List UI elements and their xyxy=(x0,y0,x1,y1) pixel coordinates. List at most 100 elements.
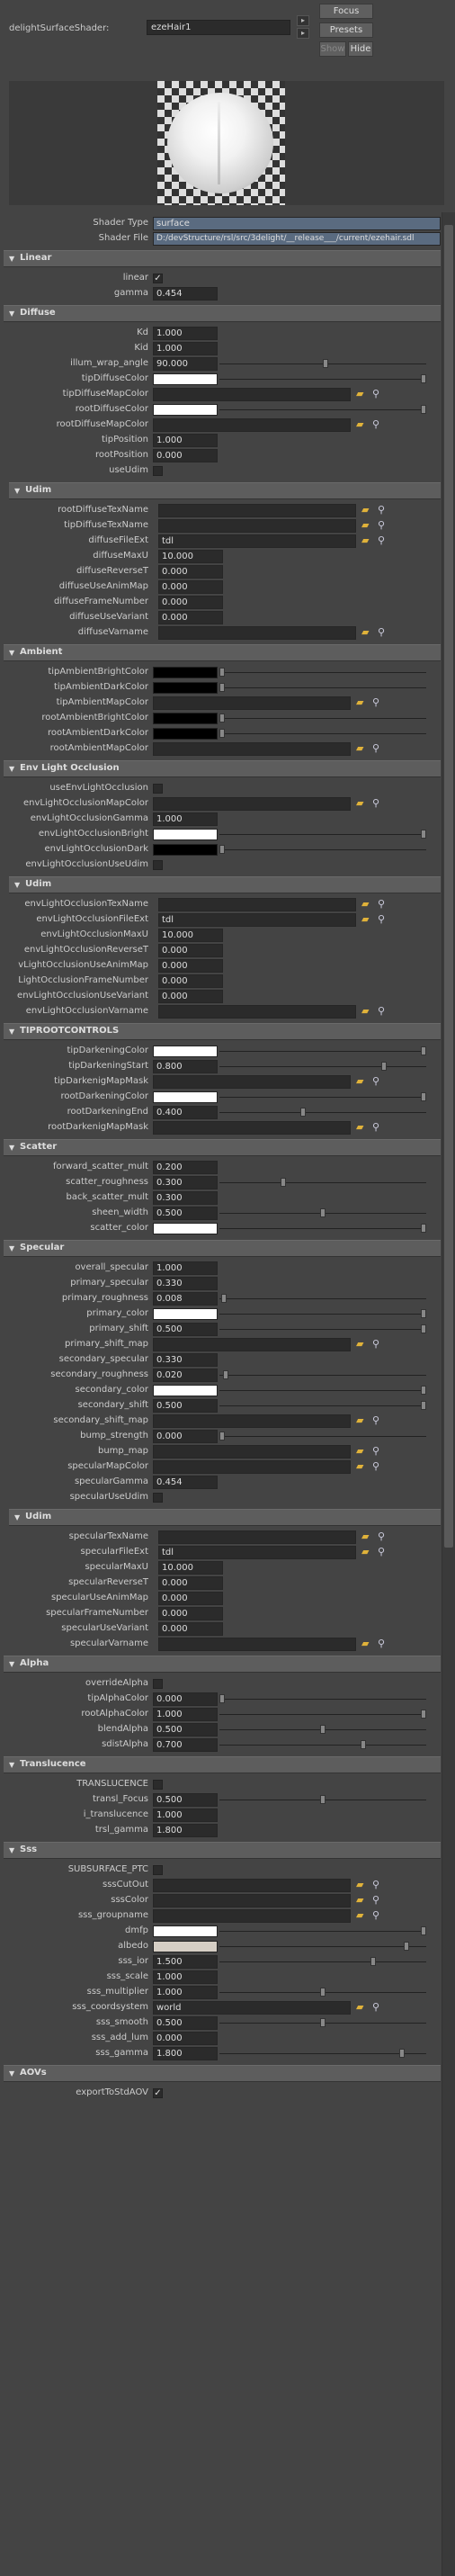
tip-position-field[interactable]: 1.000 xyxy=(153,434,218,447)
folder-icon[interactable]: ▰ xyxy=(361,1638,374,1649)
slider-knob[interactable] xyxy=(421,374,426,383)
tex-field[interactable] xyxy=(158,898,356,911)
slider-knob[interactable] xyxy=(421,1401,426,1410)
checkbox[interactable] xyxy=(153,784,163,794)
slider-knob[interactable] xyxy=(421,1386,426,1395)
scrollbar[interactable] xyxy=(442,212,455,2576)
slider-knob[interactable] xyxy=(320,1725,326,1734)
output-connection-icon[interactable]: ▸ xyxy=(297,28,309,39)
folder-icon[interactable]: ▰ xyxy=(356,1076,369,1087)
root-diffuse-color-swatch[interactable] xyxy=(153,404,218,416)
color-slider[interactable] xyxy=(219,729,426,738)
slider-knob[interactable] xyxy=(370,1957,376,1966)
folder-icon[interactable]: ▰ xyxy=(361,1547,374,1557)
slider-knob[interactable] xyxy=(320,1988,326,1997)
slider-knob[interactable] xyxy=(421,1092,426,1101)
slider-knob[interactable] xyxy=(223,1370,228,1379)
color-slider[interactable] xyxy=(219,714,426,723)
color-swatch[interactable] xyxy=(153,1223,218,1234)
collapse-triangle-icon[interactable]: ▼ xyxy=(14,487,20,495)
num-field[interactable]: 1.000 xyxy=(153,1970,218,1984)
search-icon[interactable]: ⚲ xyxy=(372,742,385,755)
color-swatch[interactable] xyxy=(153,1091,218,1103)
num-field[interactable]: 0.800 xyxy=(153,1060,218,1073)
use-udim-checkbox[interactable] xyxy=(153,466,163,476)
collapse-triangle-icon[interactable]: ▼ xyxy=(14,1513,20,1521)
color-swatch[interactable] xyxy=(153,829,218,840)
folder-icon[interactable]: ▰ xyxy=(356,1461,369,1472)
tex-field[interactable] xyxy=(153,797,351,811)
folder-icon[interactable]: ▰ xyxy=(361,627,374,638)
illum-field[interactable]: 90.000 xyxy=(153,357,218,371)
input-connection-icon[interactable]: ▸ xyxy=(297,15,309,26)
num-field[interactable]: 10.000 xyxy=(158,929,223,942)
slider-knob[interactable] xyxy=(361,1740,366,1749)
slider-knob[interactable] xyxy=(323,359,328,368)
num-field[interactable]: 0.500 xyxy=(153,1399,218,1413)
num-field[interactable]: 0.000 xyxy=(158,596,223,609)
section-udim-diffuse[interactable]: ▼ Udim xyxy=(9,482,441,499)
slider-knob[interactable] xyxy=(219,729,225,738)
num-field[interactable]: 0.000 xyxy=(158,944,223,957)
folder-icon[interactable]: ▰ xyxy=(361,1531,374,1542)
tex-field[interactable] xyxy=(158,1530,356,1544)
folder-icon[interactable]: ▰ xyxy=(356,2002,369,2013)
search-icon[interactable]: ⚲ xyxy=(372,1894,385,1907)
linear-checkbox[interactable]: ✓ xyxy=(153,274,163,283)
section-ambient[interactable]: ▼ Ambient xyxy=(4,644,441,661)
search-icon[interactable]: ⚲ xyxy=(372,1121,385,1134)
folder-icon[interactable]: ▰ xyxy=(356,1880,369,1890)
checkbox[interactable] xyxy=(153,1865,163,1875)
collapse-triangle-icon[interactable]: ▼ xyxy=(9,1846,14,1854)
search-icon[interactable]: ⚲ xyxy=(378,1546,390,1558)
search-icon[interactable]: ⚲ xyxy=(372,1460,385,1473)
num-field[interactable]: 0.000 xyxy=(158,611,223,624)
checkbox[interactable] xyxy=(153,1493,163,1503)
color-slider[interactable] xyxy=(219,1309,426,1318)
tex-field[interactable] xyxy=(158,519,356,533)
checkbox[interactable] xyxy=(153,860,163,870)
slider[interactable] xyxy=(219,1062,426,1071)
collapse-triangle-icon[interactable]: ▼ xyxy=(9,1761,14,1769)
search-icon[interactable]: ⚲ xyxy=(378,626,390,639)
slider-knob[interactable] xyxy=(219,845,225,854)
color-swatch[interactable] xyxy=(153,1925,218,1937)
num-field[interactable]: 0.008 xyxy=(153,1292,218,1306)
shader-type-field[interactable]: surface xyxy=(153,217,441,230)
folder-icon[interactable]: ▰ xyxy=(356,1895,369,1906)
num-field[interactable]: 0.500 xyxy=(153,1207,218,1220)
tex-field[interactable] xyxy=(158,626,356,640)
num-field[interactable]: 0.300 xyxy=(153,1176,218,1189)
num-field[interactable]: 1.000 xyxy=(153,1809,218,1822)
search-icon[interactable]: ⚲ xyxy=(372,418,385,431)
color-slider[interactable] xyxy=(219,1092,426,1101)
slider-knob[interactable] xyxy=(281,1178,286,1187)
color-slider[interactable] xyxy=(219,1926,426,1935)
search-icon[interactable]: ⚲ xyxy=(372,1414,385,1427)
search-icon[interactable]: ⚲ xyxy=(372,1338,385,1351)
slider-knob[interactable] xyxy=(320,1795,326,1804)
slider[interactable] xyxy=(219,1694,426,1703)
color-slider[interactable] xyxy=(219,1942,426,1951)
num-field[interactable]: 1.000 xyxy=(153,1708,218,1721)
num-field[interactable]: 1.000 xyxy=(153,812,218,826)
slider[interactable] xyxy=(219,2049,426,2058)
num-field[interactable]: 0.330 xyxy=(153,1353,218,1367)
slider-knob[interactable] xyxy=(219,714,225,723)
slider-knob[interactable] xyxy=(219,1694,225,1703)
tip-diffuse-map-field[interactable] xyxy=(153,388,351,401)
color-swatch[interactable] xyxy=(153,844,218,856)
num-field[interactable]: 0.020 xyxy=(153,1369,218,1382)
kd-field[interactable]: 1.000 xyxy=(153,327,218,340)
color-slider[interactable] xyxy=(219,1046,426,1055)
tex-field[interactable] xyxy=(153,1879,351,1892)
num-field[interactable]: 1.000 xyxy=(153,1986,218,1999)
slider-knob[interactable] xyxy=(421,1710,426,1719)
color-swatch[interactable] xyxy=(153,728,218,740)
num-field[interactable]: 0.200 xyxy=(153,1161,218,1174)
section-specular[interactable]: ▼ Specular xyxy=(4,1240,441,1257)
num-field[interactable]: 10.000 xyxy=(158,1561,223,1575)
color-slider[interactable] xyxy=(219,845,426,854)
color-slider[interactable] xyxy=(219,1386,426,1395)
folder-icon[interactable]: ▰ xyxy=(356,1910,369,1921)
